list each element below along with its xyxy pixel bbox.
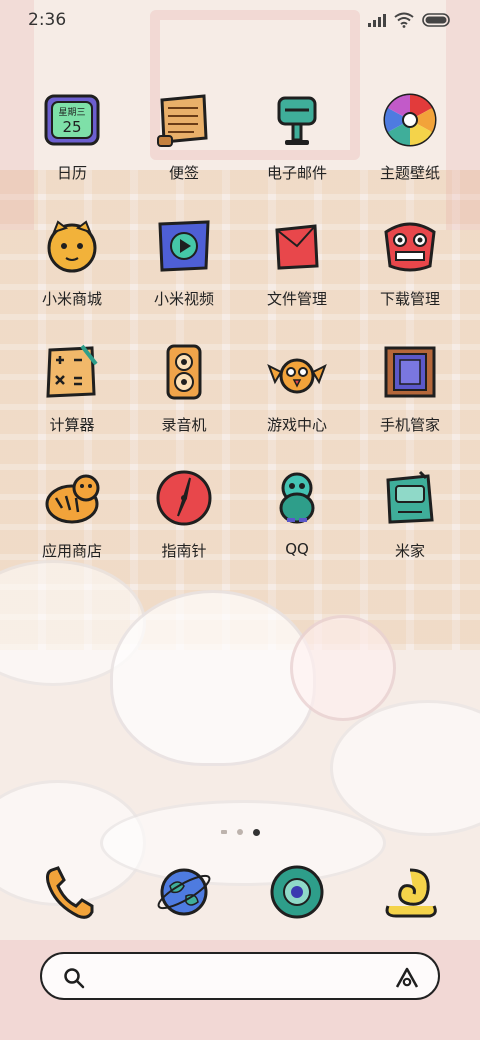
app-qq[interactable]: QQ	[241, 466, 353, 576]
app-mi-home[interactable]: 米家	[354, 466, 466, 576]
email-mailbox-icon	[265, 88, 329, 152]
app-mi-video[interactable]: 小米视频	[128, 214, 240, 324]
app-label: 米家	[394, 542, 425, 560]
app-label: QQ	[285, 540, 309, 558]
svg-text:星期三: 星期三	[58, 107, 85, 118]
mi-home-icon	[378, 466, 442, 530]
calendar-icon: 星期三 25	[40, 88, 104, 152]
status-bar: 2:36	[0, 0, 480, 40]
app-label: 小米商城	[41, 290, 102, 308]
app-themes[interactable]: 主题壁纸	[354, 88, 466, 198]
swirl-cloud-icon	[380, 862, 440, 926]
page-dot-active	[252, 829, 260, 836]
app-label: 录音机	[161, 416, 207, 434]
app-file-manager[interactable]: 文件管理	[241, 214, 353, 324]
game-center-bird-icon	[265, 340, 329, 404]
page-indicator[interactable]	[0, 829, 480, 836]
app-label: 应用商店	[41, 542, 102, 560]
search-icon[interactable]	[62, 966, 86, 994]
mi-store-cat-icon	[40, 214, 104, 278]
svg-text:25: 25	[62, 118, 81, 136]
app-recorder[interactable]: 录音机	[128, 340, 240, 450]
app-mi-store[interactable]: 小米商城	[16, 214, 128, 324]
themes-palette-icon	[378, 88, 442, 152]
app-label: 主题壁纸	[379, 164, 440, 182]
app-security[interactable]: 手机管家	[354, 340, 466, 450]
recorder-speaker-icon	[152, 340, 216, 404]
page-dot	[236, 829, 243, 835]
app-label: 游戏中心	[266, 416, 327, 434]
search-bar[interactable]	[40, 952, 440, 1000]
camera-lens-icon	[267, 862, 327, 926]
app-label: 小米视频	[153, 290, 214, 308]
app-email[interactable]: 电子邮件	[241, 88, 353, 198]
app-downloads[interactable]: 下载管理	[354, 214, 466, 324]
signal-icon	[368, 13, 386, 27]
dock-assistant[interactable]	[378, 862, 442, 926]
app-label: 便签	[168, 164, 199, 182]
download-lion-dance-icon	[378, 214, 442, 278]
app-store-tiger-icon	[40, 466, 104, 530]
app-game-center[interactable]: 游戏中心	[241, 340, 353, 450]
qq-penguin-icon	[265, 466, 329, 530]
app-label: 下载管理	[379, 290, 440, 308]
app-app-store[interactable]: 应用商店	[16, 466, 128, 576]
assistant-a-icon[interactable]	[394, 966, 420, 994]
app-notes[interactable]: 便签	[128, 88, 240, 198]
app-label: 日历	[56, 164, 87, 182]
wifi-icon	[394, 12, 414, 28]
notes-scroll-icon	[152, 88, 216, 152]
dock-phone[interactable]	[38, 862, 102, 926]
page-dot	[220, 830, 227, 834]
app-label: 指南针	[161, 542, 207, 560]
app-label: 文件管理	[266, 290, 327, 308]
calculator-icon	[40, 340, 104, 404]
dock-camera[interactable]	[265, 862, 329, 926]
app-label: 电子邮件	[266, 164, 327, 182]
app-compass[interactable]: 指南针	[128, 466, 240, 576]
app-calendar[interactable]: 星期三 25 日历	[16, 88, 128, 198]
status-time: 2:36	[28, 10, 67, 30]
compass-icon	[152, 466, 216, 530]
video-play-icon	[152, 214, 216, 278]
file-manager-envelope-icon	[265, 214, 329, 278]
phone-handset-icon	[40, 862, 100, 926]
app-label: 手机管家	[379, 416, 440, 434]
security-frame-icon	[378, 340, 442, 404]
app-calculator[interactable]: 计算器	[16, 340, 128, 450]
dock-browser[interactable]	[152, 862, 216, 926]
app-label: 计算器	[49, 416, 95, 434]
browser-globe-icon	[154, 862, 214, 926]
battery-icon	[422, 13, 452, 27]
